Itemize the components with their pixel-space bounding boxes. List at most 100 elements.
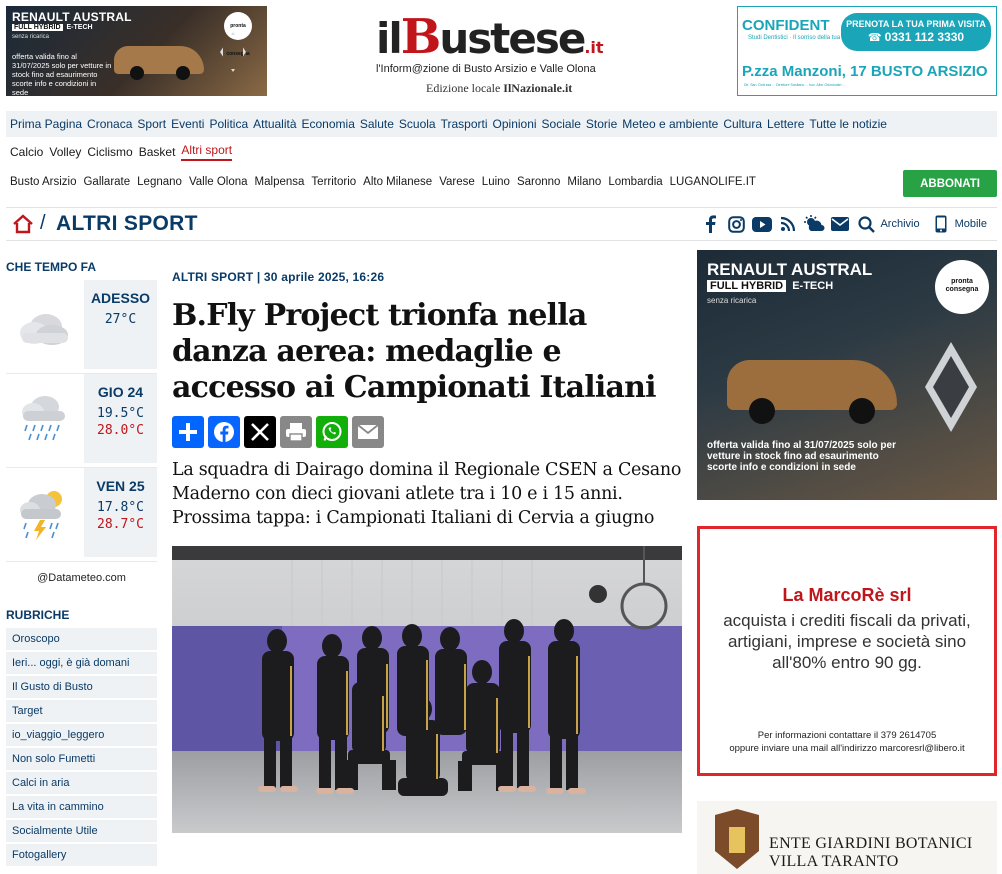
- subnav-item-altri-sport[interactable]: Altri sport: [181, 143, 233, 161]
- rubrica-item[interactable]: Calci in aria: [6, 772, 157, 794]
- location-item-luino[interactable]: Luino: [482, 176, 510, 188]
- weather-row[interactable]: ADESSO 27°C: [6, 280, 157, 374]
- rss-icon[interactable]: [777, 214, 799, 234]
- weather-credit-link[interactable]: @Datameteo.com: [6, 572, 157, 584]
- ad-badge: pronta consegna: [935, 260, 989, 314]
- share-facebook-icon[interactable]: [208, 416, 240, 448]
- ad-sub: senza ricarica: [12, 34, 50, 40]
- ad-banner-renault-top[interactable]: RENAULT AUSTRAL FULL HYBRID E-TECH senza…: [6, 6, 267, 96]
- site-logo[interactable]: ilBustese.it l'Inform@zione di Busto Ars…: [376, 12, 636, 102]
- rubrica-item[interactable]: Target: [6, 700, 157, 722]
- nav-item-cronaca[interactable]: Cronaca: [87, 117, 132, 131]
- ad-fine-print: Dir. San. Dott.ssa ... Direttore Sanitar…: [744, 83, 846, 87]
- nav-item-opinioni[interactable]: Opinioni: [493, 117, 537, 131]
- share-print-icon[interactable]: [280, 416, 312, 448]
- rubrica-item[interactable]: Socialmente Utile: [6, 820, 157, 842]
- article-photo[interactable]: [172, 546, 682, 833]
- facebook-icon[interactable]: [699, 214, 721, 234]
- rain-icon: [6, 374, 82, 468]
- subnav-item-volley[interactable]: Volley: [49, 145, 81, 159]
- location-nav: Busto Arsizio Gallarate Legnano Valle Olona…: [6, 170, 763, 194]
- share-plus-icon[interactable]: [172, 416, 204, 448]
- ad-banner-marcore[interactable]: La MarcoRè srl acquista i crediti fiscal…: [697, 526, 997, 776]
- location-item-busto-arsizio[interactable]: Busto Arsizio: [10, 176, 76, 188]
- rubrica-item[interactable]: Ieri... oggi, è già domani: [6, 652, 157, 674]
- nav-item-prima-pagina[interactable]: Prima Pagina: [10, 117, 82, 131]
- nav-item-politica[interactable]: Politica: [209, 117, 248, 131]
- home-icon[interactable]: [12, 214, 34, 234]
- rubrica-item[interactable]: Non solo Fumetti: [6, 748, 157, 770]
- location-item-milano[interactable]: Milano: [567, 176, 601, 188]
- rubrica-item[interactable]: Il Gusto di Busto: [6, 676, 157, 698]
- ad-brand: CONFIDENT: [742, 17, 830, 34]
- mobile-link[interactable]: Mobile: [955, 218, 987, 230]
- location-item-gallarate[interactable]: Gallarate: [83, 176, 130, 188]
- instagram-icon[interactable]: [725, 214, 747, 234]
- location-item-saronno[interactable]: Saronno: [517, 176, 560, 188]
- location-item-lombardia[interactable]: Lombardia: [608, 176, 662, 188]
- car-image: [114, 46, 204, 80]
- rubrica-item[interactable]: Fotogallery: [6, 844, 157, 866]
- share-email-icon[interactable]: [352, 416, 384, 448]
- mail-icon[interactable]: [829, 214, 851, 234]
- nav-item-eventi[interactable]: Eventi: [171, 117, 204, 131]
- ad-offer: offerta valida fino al 31/07/2025 solo p…: [707, 440, 896, 473]
- section-title[interactable]: ALTRI SPORT: [56, 212, 198, 236]
- edition-link[interactable]: IlNazionale.it: [503, 81, 572, 95]
- ad-banner-renault-side[interactable]: RENAULT AUSTRAL FULL HYBRID E-TECH senza…: [697, 250, 997, 500]
- location-item-varese[interactable]: Varese: [439, 176, 475, 188]
- rubrica-item[interactable]: La vita in cammino: [6, 796, 157, 818]
- nav-item-attualita[interactable]: Attualità: [253, 117, 296, 131]
- nav-item-salute[interactable]: Salute: [360, 117, 394, 131]
- share-whatsapp-icon[interactable]: [316, 416, 348, 448]
- subnav-item-calcio[interactable]: Calcio: [10, 145, 43, 159]
- ad-offer: offerta valida fino al 31/07/2025 solo p…: [12, 52, 112, 96]
- ad-badge: pronta consegna: [224, 12, 252, 57]
- nav-item-sociale[interactable]: Sociale: [542, 117, 581, 131]
- nav-item-sport[interactable]: Sport: [137, 117, 166, 131]
- archive-link[interactable]: Archivio: [880, 218, 919, 230]
- location-item-malpensa[interactable]: Malpensa: [255, 176, 305, 188]
- weather-row[interactable]: VEN 25 17.8°C 28.7°C: [6, 468, 157, 562]
- youtube-icon[interactable]: [751, 214, 773, 234]
- location-item-valle-olona[interactable]: Valle Olona: [189, 176, 248, 188]
- weather-row[interactable]: GIO 24 19.5°C 28.0°C: [6, 374, 157, 468]
- site-header: RENAULT AUSTRAL FULL HYBRID E-TECH senza…: [0, 0, 1002, 104]
- location-item-alto-milanese[interactable]: Alto Milanese: [363, 176, 432, 188]
- ad-banner-villa-taranto[interactable]: ENTE GIARDINI BOTANICI VILLA TARANTO: [697, 801, 997, 874]
- breadcrumb-separator: /: [40, 212, 46, 234]
- nav-item-economia[interactable]: Economia: [302, 117, 355, 131]
- nav-item-scuola[interactable]: Scuola: [399, 117, 436, 131]
- share-x-icon[interactable]: [244, 416, 276, 448]
- location-item-luganolife-it[interactable]: LUGANOLIFE.IT: [670, 176, 756, 188]
- site-tagline: l'Inform@zione di Busto Arsizio e Valle …: [376, 63, 596, 75]
- ad-cta: PRENOTA LA TUA PRIMA VISITA ☎ 0331 112 33…: [841, 13, 991, 51]
- rubrica-item[interactable]: io_viaggio_leggero: [6, 724, 157, 746]
- ad-body: acquista i crediti fiscali da privati, a…: [723, 611, 971, 672]
- ad-company: La MarcoRè srl: [782, 585, 912, 605]
- weather-day: ADESSO: [90, 290, 151, 306]
- ad-line-2: VILLA TARANTO: [769, 853, 899, 870]
- rubrica-item[interactable]: Oroscopo: [6, 628, 157, 650]
- ad-address: P.zza Manzoni, 17 BUSTO ARSIZIO: [742, 63, 988, 80]
- main-nav: Prima Pagina Cronaca Sport Eventi Politica At…: [6, 111, 997, 137]
- subnav-item-basket[interactable]: Basket: [139, 145, 176, 159]
- car-image: [727, 360, 897, 424]
- location-item-legnano[interactable]: Legnano: [137, 176, 182, 188]
- nav-item-trasporti[interactable]: Trasporti: [441, 117, 488, 131]
- nav-item-storie[interactable]: Storie: [586, 117, 617, 131]
- nav-item-tutte-le-notizie[interactable]: Tutte le notizie: [809, 117, 887, 131]
- ad-banner-confident[interactable]: CONFIDENT Studi Dentistici · Il sorriso …: [737, 6, 997, 96]
- location-item-territorio[interactable]: Territorio: [311, 176, 356, 188]
- left-sidebar: CHE TEMPO FA ADESSO 27°C GIO 24 19.5°C 2…: [6, 260, 157, 868]
- search-icon[interactable]: [855, 214, 877, 234]
- sport-subnav: Calcio Volley Ciclismo Basket Altri sport: [6, 140, 238, 164]
- mobile-icon[interactable]: [930, 214, 952, 234]
- subnav-item-ciclismo[interactable]: Ciclismo: [87, 145, 132, 159]
- weather-icon[interactable]: [803, 214, 825, 234]
- article-headline: B.Fly Project trionfa nella danza aerea:…: [172, 298, 657, 405]
- nav-item-cultura[interactable]: Cultura: [723, 117, 762, 131]
- nav-item-lettere[interactable]: Lettere: [767, 117, 804, 131]
- subscribe-button[interactable]: ABBONATI: [903, 170, 997, 197]
- nav-item-meteo-e-ambiente[interactable]: Meteo e ambiente: [622, 117, 718, 131]
